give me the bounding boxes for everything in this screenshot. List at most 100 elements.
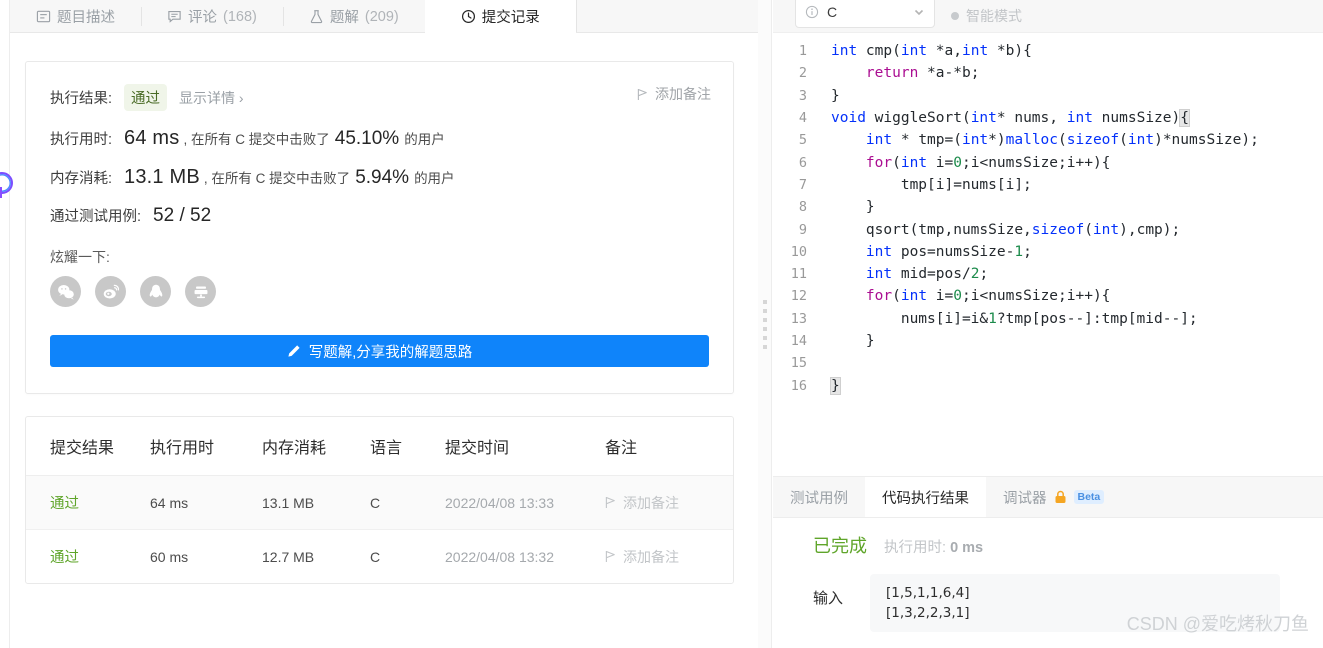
line-number: 8 [798,199,807,216]
wechat-icon[interactable] [50,276,81,307]
language-value: C [827,4,838,20]
console-runtime-value: 0 ms [950,540,984,556]
line-number: 3 [798,87,807,104]
code-line: 12 for(int i=0;i<numsSize;i++){ [773,285,1323,307]
result-status-row: 执行结果: 通过 显示详情 › [50,84,709,111]
memory-label: 内存消耗: [50,171,113,187]
tab-testcases[interactable]: 测试用例 [773,477,865,517]
status-badge: 通过 [124,84,168,111]
row-status-link[interactable]: 通过 [50,496,79,512]
drag-dot [762,299,767,304]
submission-result-card: 添加备注 执行结果: 通过 显示详情 › 执行用时: 64 ms , 在所有 C… [25,61,734,394]
right-panel: C 智能模式 1 int cmp(int *a,int *b){ 2 return … [773,0,1323,648]
line-number: 2 [798,65,807,82]
language-selector[interactable]: C [795,0,935,28]
line-number: 11 [790,266,807,283]
share-icon-row [50,276,709,307]
code-line: 8 } [773,196,1323,218]
run-status-line: 已完成 执行用时: 0 ms [813,532,1323,558]
tab-description[interactable]: 题目描述 [0,0,141,33]
row-note-cell[interactable]: 添加备注 [605,529,733,583]
code-text: void wiggleSort(int* nums, int numsSize)… [831,109,1190,128]
code-line: 14 } [773,330,1323,352]
tab-submissions[interactable]: 提交记录 [424,0,576,33]
qq-icon[interactable] [140,276,171,307]
tab-debugger[interactable]: 调试器 Beta [986,477,1121,517]
editor-toolbar: C 智能模式 [773,0,1323,33]
console-body: 已完成 执行用时: 0 ms 输入 [1,5,1,1,6,4] [1,3,2,2… [773,518,1323,648]
show-detail-link[interactable]: 显示详情 › [179,88,244,108]
status-dot-icon [951,12,959,20]
tabbar-filler [575,0,764,32]
left-panel: 题目描述 评论 (168) 题解 (209) 提交记录 添加备注 执行结果: 通… [0,0,765,648]
code-text: int pos=numsSize-1; [865,243,1032,260]
input-box[interactable]: [1,5,1,1,6,4] [1,3,2,2,3,1] [870,574,1281,632]
row-submit-time: 2022/04/08 13:33 [445,494,554,511]
drag-dot [762,308,767,313]
code-line: 1 int cmp(int *a,int *b){ [773,40,1323,62]
tab-run-result[interactable]: 代码执行结果 [865,477,986,517]
tab-testcases-label: 测试用例 [790,490,848,507]
panel-resize-handle[interactable] [758,0,772,648]
tab-solutions[interactable]: 题解 (209) [282,0,425,33]
submissions-table: 提交结果 执行用时 内存消耗 语言 提交时间 备注 通过 64 ms 13.1 … [25,416,734,584]
col-status: 提交结果 [26,417,150,476]
code-lines: 1 int cmp(int *a,int *b){ 2 return *a-*b; 3… [773,33,1323,397]
tab-debugger-label: 调试器 [1003,490,1047,507]
flag-icon [637,88,647,100]
table-row[interactable]: 通过 60 ms 12.7 MB C 2022/04/08 13:32 添加备注 [26,529,733,583]
table-header-row: 提交结果 执行用时 内存消耗 语言 提交时间 备注 [26,417,733,476]
tab-comments-label: 评论 [188,10,217,26]
row-note-cell[interactable]: 添加备注 [605,476,733,530]
tab-solutions-label: 题解 [329,10,359,26]
code-line: 10 int pos=numsSize-1; [773,241,1323,263]
code-text: int mid=pos/2; [865,266,989,283]
tab-run-result-label: 代码执行结果 [882,490,969,507]
line-number: 1 [798,43,807,60]
code-text: int cmp(int *a,int *b){ [831,43,1032,60]
console-panel: 测试用例 代码执行结果 调试器 Beta 已完成 执行用时: 0 ms 输入 [… [773,476,1323,648]
table-row[interactable]: 通过 64 ms 13.1 MB C 2022/04/08 13:33 添加备注 [26,475,733,530]
code-text: } [831,199,875,216]
line-number: 10 [790,243,807,260]
line-number: 6 [798,154,807,171]
code-line: 16} [773,374,1323,396]
write-solution-button[interactable]: 写题解,分享我的解题思路 [50,335,709,367]
code-text: } [831,87,840,104]
input-line: [1,3,2,2,3,1] [886,605,970,621]
tab-comments[interactable]: 评论 (168) [141,0,283,33]
flask-icon [309,9,324,24]
smart-mode-label: 智能模式 [966,8,1022,24]
row-note-label: 添加备注 [623,494,679,511]
flag-icon [605,496,615,508]
line-number: 4 [798,110,807,127]
memory-row: 内存消耗: 13.1 MB , 在所有 C 提交中击败了 5.94% 的用户 [50,166,709,189]
code-text: } [831,333,875,349]
col-memory: 内存消耗 [262,417,370,476]
runtime-suffix: 的用户 [404,132,445,147]
info-icon [805,5,819,19]
code-line: 13 nums[i]=i&1?tmp[pos--]:tmp[mid--]; [773,308,1323,330]
line-number: 16 [790,377,807,394]
memory-suffix: 的用户 [414,171,455,186]
tab-comments-count: (168) [223,8,257,25]
code-line: 2 return *a-*b; [773,62,1323,84]
add-note-button[interactable]: 添加备注 [637,84,711,104]
row-runtime: 64 ms [150,494,189,511]
memory-percentile: 5.94% [355,167,410,188]
testcase-label: 通过测试用例: [50,209,142,225]
row-runtime: 60 ms [150,529,262,583]
code-line: 4 void wiggleSort(int* nums, int numsSize… [773,107,1323,129]
col-submit-time: 提交时间 [445,417,605,476]
weibo-icon[interactable] [95,276,126,307]
runtime-value: 64 ms [124,127,180,149]
chevron-down-icon [914,9,924,16]
drag-dot [762,317,767,322]
row-status-link[interactable]: 通过 [50,550,79,566]
code-text: tmp[i]=nums[i]; [831,176,1032,193]
drag-dot [762,326,767,331]
code-editor[interactable]: 1 int cmp(int *a,int *b){ 2 return *a-*b; 3… [773,33,1323,476]
smart-mode-toggle[interactable]: 智能模式 [951,6,1022,26]
qzone-icon[interactable] [185,276,216,307]
line-number: 13 [790,310,807,327]
